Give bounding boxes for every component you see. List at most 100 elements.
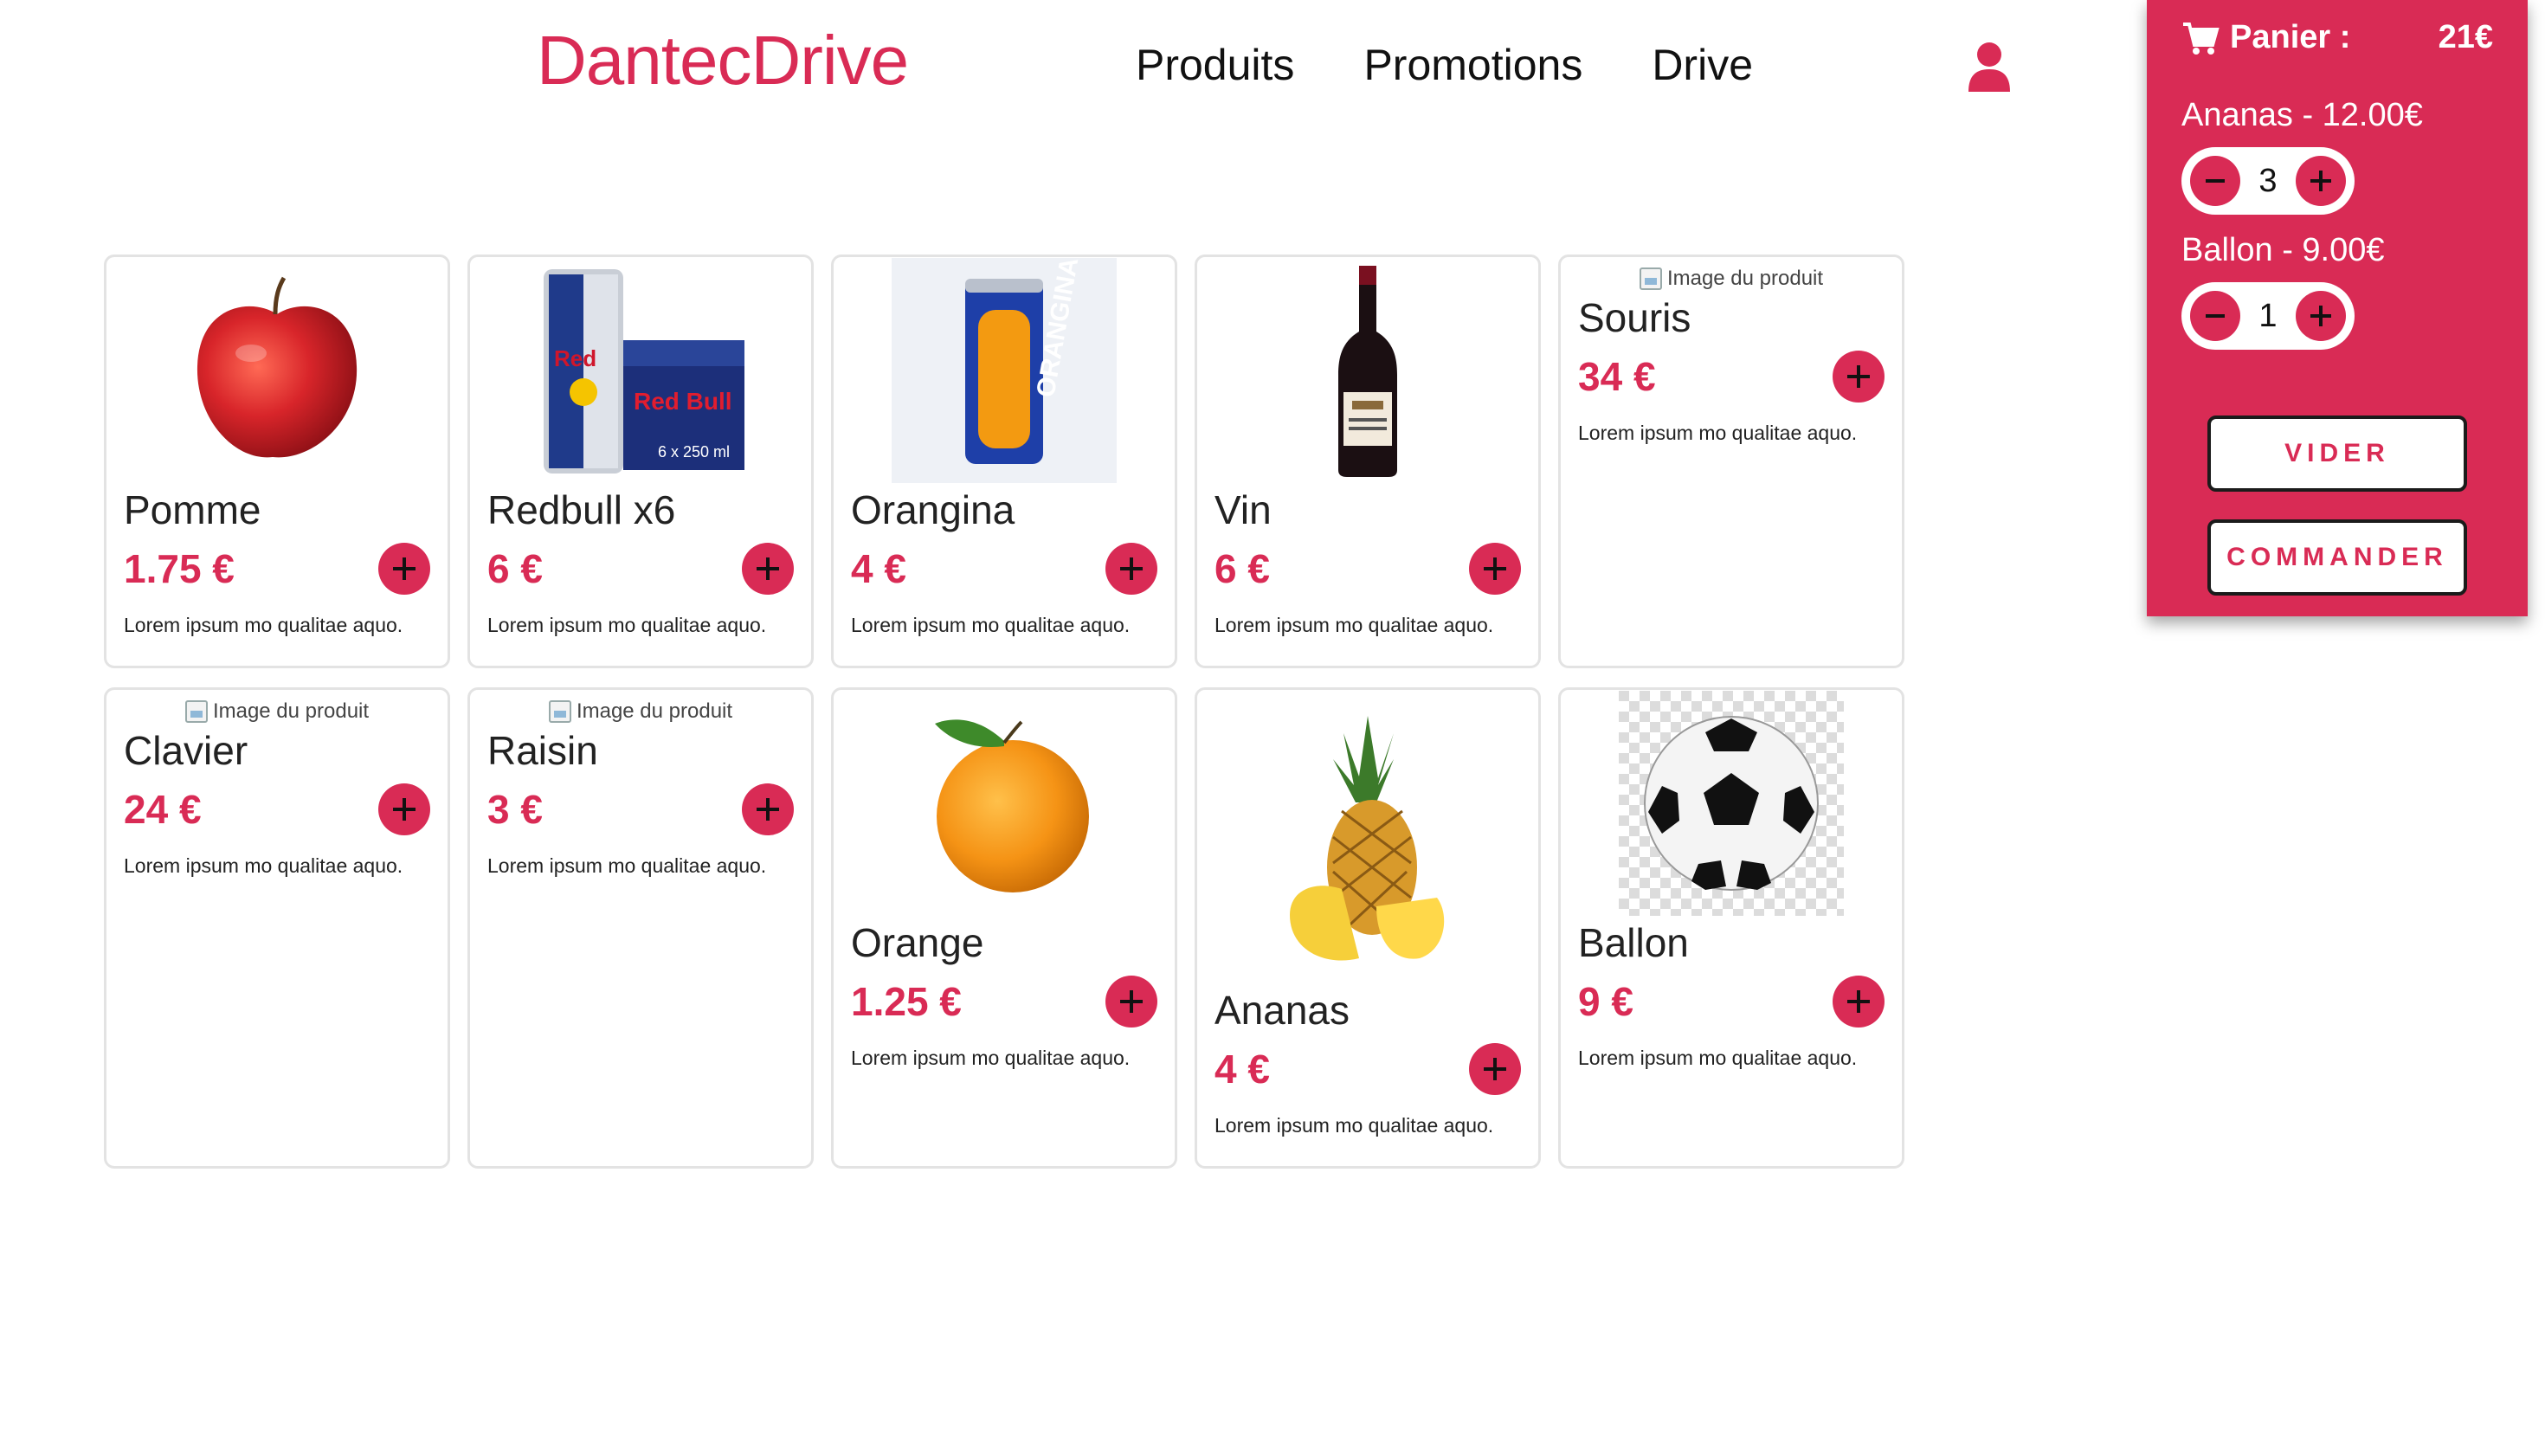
broken-image-icon — [1639, 267, 1662, 290]
cart-title: Panier : — [2230, 19, 2351, 55]
product-card-pomme: Pomme 1.75 € Lorem ipsum mo qualitae aqu… — [104, 254, 450, 668]
product-description: Lorem ipsum mo qualitae aquo. — [851, 614, 1131, 636]
svg-text:Red Bull: Red Bull — [634, 388, 732, 415]
add-to-cart-button[interactable] — [1105, 976, 1157, 1028]
product-image-broken: Image du produit — [106, 690, 448, 725]
product-name: Ballon — [1578, 920, 1689, 965]
add-to-cart-button[interactable] — [1469, 1043, 1521, 1095]
ball-image — [1619, 691, 1844, 916]
product-price: 24 € — [124, 787, 202, 832]
add-to-cart-button[interactable] — [742, 783, 794, 835]
increase-quantity-button[interactable] — [2295, 291, 2346, 341]
product-card-clavier: Image du produit Clavier 24 € Lorem ipsu… — [104, 687, 450, 1169]
quantity-value: 1 — [2258, 297, 2278, 334]
product-price: 34 € — [1578, 354, 1656, 399]
add-to-cart-button[interactable] — [1105, 543, 1157, 595]
user-account-icon[interactable] — [1967, 42, 2012, 92]
brand-logo[interactable]: DantecDrive — [537, 19, 909, 102]
decrease-quantity-button[interactable] — [2190, 156, 2240, 206]
product-image — [1197, 257, 1538, 484]
plus-icon — [757, 557, 779, 580]
clear-cart-button[interactable]: VIDER — [2207, 416, 2467, 492]
pineapple-image — [1290, 716, 1445, 961]
product-name: Orange — [851, 920, 984, 965]
shopping-cart-icon — [2183, 22, 2220, 55]
plus-icon — [1120, 557, 1143, 580]
order-button[interactable]: COMMANDER — [2207, 519, 2467, 596]
increase-quantity-button[interactable] — [2295, 156, 2346, 206]
product-description: Lorem ipsum mo qualitae aquo. — [851, 1047, 1131, 1069]
plus-icon — [757, 798, 779, 821]
product-card-orangina: ORANGINA Orangina 4 € Lorem ipsum mo qua… — [831, 254, 1177, 668]
add-to-cart-button[interactable] — [1469, 543, 1521, 595]
decrease-quantity-button[interactable] — [2190, 291, 2240, 341]
plus-icon — [1847, 990, 1870, 1013]
plus-icon — [1484, 557, 1506, 580]
quantity-stepper: 3 — [2181, 147, 2355, 215]
cart-item: Ananas - 12.00€ 3 — [2181, 93, 2423, 215]
orange-image — [935, 719, 1089, 892]
product-description: Lorem ipsum mo qualitae aquo. — [1578, 1047, 1858, 1069]
cart-item: Ballon - 9.00€ 1 — [2181, 229, 2385, 350]
product-card-ananas: Ananas 4 € Lorem ipsum mo qualitae aquo. — [1195, 687, 1541, 1169]
cart-total: 21€ — [2438, 19, 2493, 55]
product-description: Lorem ipsum mo qualitae aquo. — [487, 614, 767, 636]
svg-text:6 x 250 ml: 6 x 250 ml — [658, 443, 730, 461]
redbull-image: Red Red Bull 6 x 250 ml — [544, 269, 744, 474]
product-image — [1561, 690, 1902, 917]
plus-icon — [393, 798, 416, 821]
plus-icon — [1847, 365, 1870, 388]
cart-item-label: Ballon - 9.00€ — [2181, 232, 2385, 268]
product-name: Souris — [1578, 295, 1691, 340]
product-name: Clavier — [124, 728, 248, 773]
broken-image-icon — [548, 700, 571, 723]
product-price: 1.75 € — [124, 546, 235, 591]
plus-icon — [393, 557, 416, 580]
product-image: ORANGINA — [834, 257, 1175, 484]
plus-icon — [2310, 306, 2331, 326]
product-name: Raisin — [487, 728, 598, 773]
svg-text:Red: Red — [554, 345, 596, 371]
product-name: Vin — [1215, 487, 1272, 532]
nav-produits[interactable]: Produits — [1136, 35, 1294, 95]
product-card-orange: Orange 1.25 € Lorem ipsum mo qualitae aq… — [831, 687, 1177, 1169]
quantity-value: 3 — [2258, 162, 2278, 199]
product-card-vin: Vin 6 € Lorem ipsum mo qualitae aquo. — [1195, 254, 1541, 668]
product-price: 4 € — [1215, 1047, 1270, 1092]
product-price: 1.25 € — [851, 979, 962, 1024]
add-to-cart-button[interactable] — [378, 783, 430, 835]
product-card-redbull: Red Red Bull 6 x 250 ml Redbull x6 6 € L… — [467, 254, 814, 668]
add-to-cart-button[interactable] — [1833, 976, 1885, 1028]
product-price: 3 € — [487, 787, 543, 832]
product-description: Lorem ipsum mo qualitae aquo. — [124, 854, 403, 877]
nav-promotions[interactable]: Promotions — [1363, 35, 1582, 95]
add-to-cart-button[interactable] — [742, 543, 794, 595]
main-nav: Produits Promotions Drive — [1136, 35, 1753, 95]
product-description: Lorem ipsum mo qualitae aquo. — [1215, 1114, 1494, 1137]
product-card-souris: Image du produit Souris 34 € Lorem ipsum… — [1558, 254, 1904, 668]
product-image: Red Red Bull 6 x 250 ml — [470, 257, 811, 484]
product-card-ballon: Ballon 9 € Lorem ipsum mo qualitae aquo. — [1558, 687, 1904, 1169]
product-price: 6 € — [487, 546, 543, 591]
cart-item-label: Ananas - 12.00€ — [2181, 97, 2423, 133]
product-name: Redbull x6 — [487, 487, 676, 532]
product-image — [1197, 690, 1538, 984]
broken-image-icon — [184, 700, 208, 723]
product-description: Lorem ipsum mo qualitae aquo. — [487, 854, 767, 877]
product-name: Orangina — [851, 487, 1015, 532]
nav-drive[interactable]: Drive — [1652, 35, 1753, 95]
product-price: 6 € — [1215, 546, 1270, 591]
product-price: 4 € — [851, 546, 906, 591]
add-to-cart-button[interactable] — [1833, 351, 1885, 403]
orangina-image: ORANGINA — [892, 258, 1117, 483]
plus-icon — [2310, 171, 2331, 191]
product-card-raisin: Image du produit Raisin 3 € Lorem ipsum … — [467, 687, 814, 1169]
product-description: Lorem ipsum mo qualitae aquo. — [1578, 422, 1858, 444]
product-name: Pomme — [124, 487, 261, 532]
product-name: Ananas — [1215, 988, 1350, 1033]
add-to-cart-button[interactable] — [378, 543, 430, 595]
cart-header: Panier : 21€ — [2181, 19, 2493, 56]
plus-icon — [1484, 1058, 1506, 1080]
product-description: Lorem ipsum mo qualitae aquo. — [124, 614, 403, 636]
quantity-stepper: 1 — [2181, 282, 2355, 350]
